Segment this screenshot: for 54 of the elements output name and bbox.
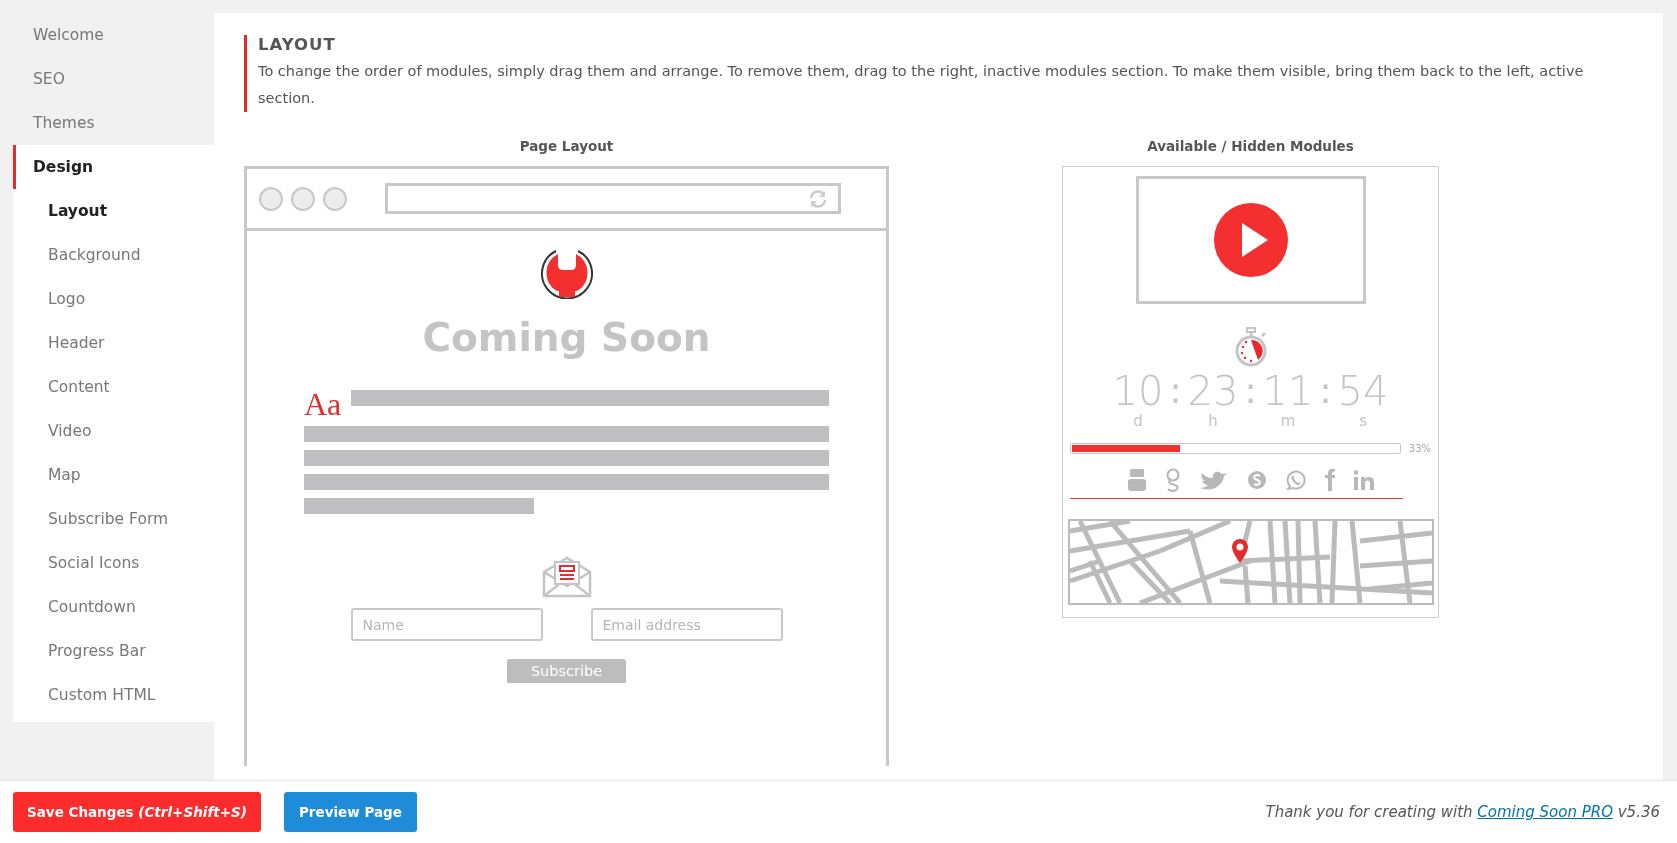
column-title: Available / Hidden Modules: [1147, 138, 1354, 156]
reload-icon: [808, 189, 828, 208]
countdown-separator: :: [1244, 369, 1257, 413]
wrench-logo-icon: [538, 247, 595, 299]
social-icon[interactable]: [1199, 470, 1228, 490]
countdown-value: 23: [1187, 369, 1239, 413]
sidebar-subitem[interactable]: Map: [13, 453, 214, 497]
countdown-separator: :: [1319, 369, 1332, 413]
social-icon[interactable]: [1324, 469, 1335, 491]
countdown-unit: d: [1133, 413, 1143, 429]
sidebar-subitem[interactable]: Content: [13, 365, 214, 409]
map-pin-icon: [1231, 539, 1248, 563]
sidebar-item[interactable]: Themes: [13, 101, 214, 145]
social-icon[interactable]: [1285, 470, 1306, 490]
countdown-value: 10: [1112, 369, 1164, 413]
window-dot-icon: [291, 186, 315, 211]
sidebar-subitem[interactable]: Custom HTML: [13, 673, 214, 717]
save-changes-button[interactable]: Save Changes (Ctrl+Shift+S): [13, 792, 261, 832]
social-icon[interactable]: [1246, 470, 1267, 490]
countdown-separator: :: [1169, 369, 1182, 413]
social-icon[interactable]: [1164, 468, 1181, 492]
sidebar-subitem[interactable]: Countdown: [13, 585, 214, 629]
window-dot-icon: [259, 186, 283, 211]
sidebar-subitem[interactable]: Subscribe Form: [13, 497, 214, 541]
countdown-value: 11: [1262, 369, 1314, 413]
section-title: LAYOUT: [258, 35, 337, 54]
envelope-icon: [541, 554, 592, 598]
sidebar-subitem[interactable]: Progress Bar: [13, 629, 214, 673]
sidebar-subitem[interactable]: Social Icons: [13, 541, 214, 585]
sidebar-subitem[interactable]: Header: [13, 321, 214, 365]
sidebar-subitem[interactable]: Background: [13, 233, 214, 277]
social-icon[interactable]: [1127, 469, 1146, 491]
credit-text: Thank you for creating with Coming Soon PRO v5.36: [1265, 803, 1660, 821]
sidebar-item[interactable]: Welcome: [13, 13, 214, 57]
sidebar-subitem[interactable]: Video: [13, 409, 214, 453]
font-sample: Aa: [304, 390, 342, 418]
sidebar-subitem[interactable]: Logo: [13, 277, 214, 321]
coming-soon-heading: Coming Soon: [422, 315, 711, 360]
countdown-value: 54: [1337, 369, 1389, 413]
play-icon: [1212, 202, 1289, 278]
social-icon[interactable]: [1353, 470, 1374, 490]
window-dot-icon: [323, 186, 347, 211]
credit-link[interactable]: Coming Soon PRO: [1477, 803, 1613, 821]
sidebar-item[interactable]: SEO: [13, 57, 214, 101]
countdown-unit: s: [1359, 413, 1367, 429]
countdown-unit: h: [1208, 413, 1218, 429]
preview-page-button[interactable]: Preview Page: [283, 792, 417, 832]
countdown-unit: m: [1280, 413, 1296, 429]
section-description: To change the order of modules, simply drag them and arrange. To remove them, drag to the right, inactive modules section. To make them visible, bring them back to the left, active section.: [258, 62, 1585, 108]
sidebar-subitem[interactable]: Layout: [13, 189, 214, 233]
name-field[interactable]: Name: [350, 608, 543, 641]
email-field[interactable]: Email address: [590, 608, 783, 641]
progress-reading: 33%: [1408, 443, 1431, 454]
column-title: Page Layout: [519, 138, 614, 156]
